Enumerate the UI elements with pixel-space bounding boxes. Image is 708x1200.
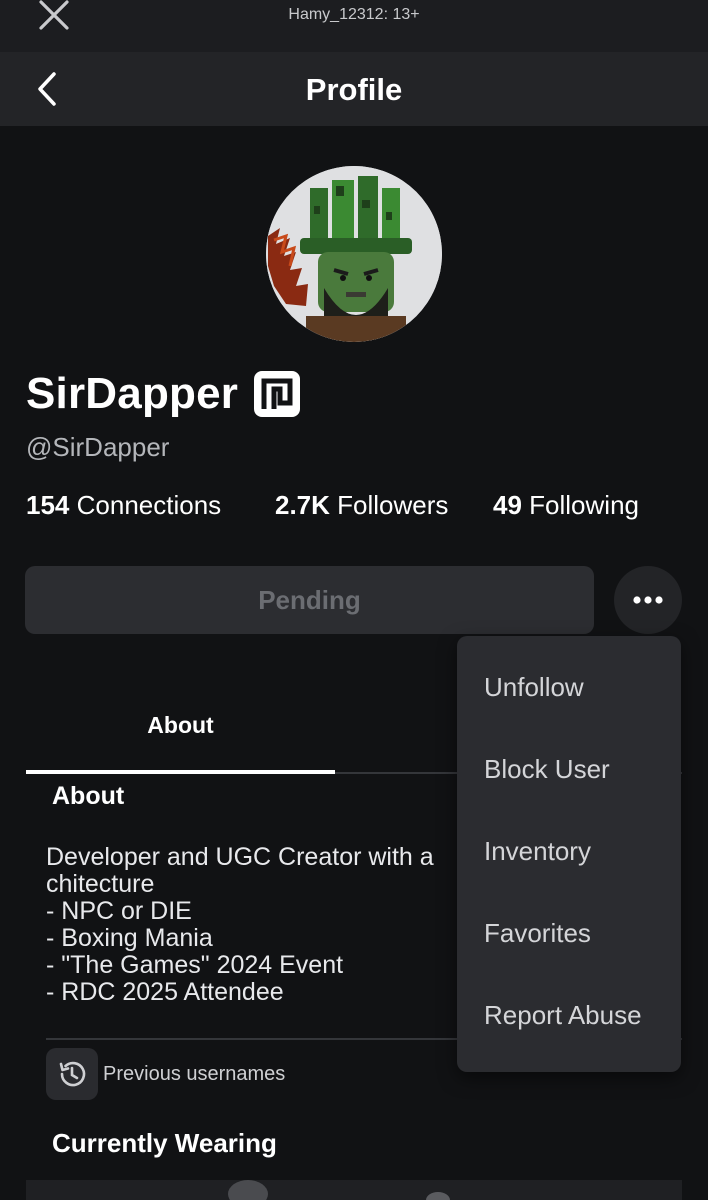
previous-usernames-button[interactable]: Previous usernames xyxy=(46,1048,285,1100)
top-bar: Hamy_12312: 13+ xyxy=(0,0,708,52)
account-label: Hamy_12312: 13+ xyxy=(288,6,420,23)
followers-count: 2.7K xyxy=(275,490,330,520)
followers-stat[interactable]: 2.7K Followers xyxy=(275,490,448,521)
connections-label: Connections xyxy=(76,490,222,520)
pending-button[interactable]: Pending xyxy=(25,566,594,634)
verified-badge-icon xyxy=(252,369,302,419)
menu-item-favorites[interactable]: Favorites xyxy=(484,918,591,949)
history-icon xyxy=(46,1048,98,1100)
display-name: SirDapper xyxy=(26,369,239,418)
menu-item-block-user[interactable]: Block User xyxy=(484,754,610,785)
avatar xyxy=(266,166,442,342)
connections-count: 154 xyxy=(26,490,70,520)
ellipsis-icon xyxy=(633,596,663,604)
page-title: Profile xyxy=(305,72,403,107)
tab-about[interactable]: About xyxy=(26,712,335,739)
profile-header: Profile xyxy=(0,52,708,126)
menu-item-unfollow[interactable]: Unfollow xyxy=(484,672,584,703)
active-tab-indicator xyxy=(26,770,335,774)
more-options-button[interactable] xyxy=(614,566,682,634)
about-description: Developer and UGC Creator with a chitect… xyxy=(46,844,434,1006)
about-heading: About xyxy=(52,782,125,810)
following-stat[interactable]: 49 Following xyxy=(493,490,639,521)
following-count: 49 xyxy=(493,490,522,520)
display-name-row: SirDapper xyxy=(26,366,302,422)
currently-wearing-heading: Currently Wearing xyxy=(52,1128,277,1158)
previous-usernames-label: Previous usernames xyxy=(103,1062,286,1085)
connections-stat[interactable]: 154 Connections xyxy=(26,490,221,521)
following-label: Following xyxy=(529,490,639,520)
followers-label: Followers xyxy=(337,490,449,520)
currently-wearing-preview[interactable] xyxy=(26,1180,682,1200)
more-options-menu: Unfollow Block User Inventory Favorites … xyxy=(457,636,681,1072)
menu-item-inventory[interactable]: Inventory xyxy=(484,836,591,867)
menu-item-report-abuse[interactable]: Report Abuse xyxy=(484,1000,642,1031)
username-handle: @SirDapper xyxy=(26,432,170,462)
